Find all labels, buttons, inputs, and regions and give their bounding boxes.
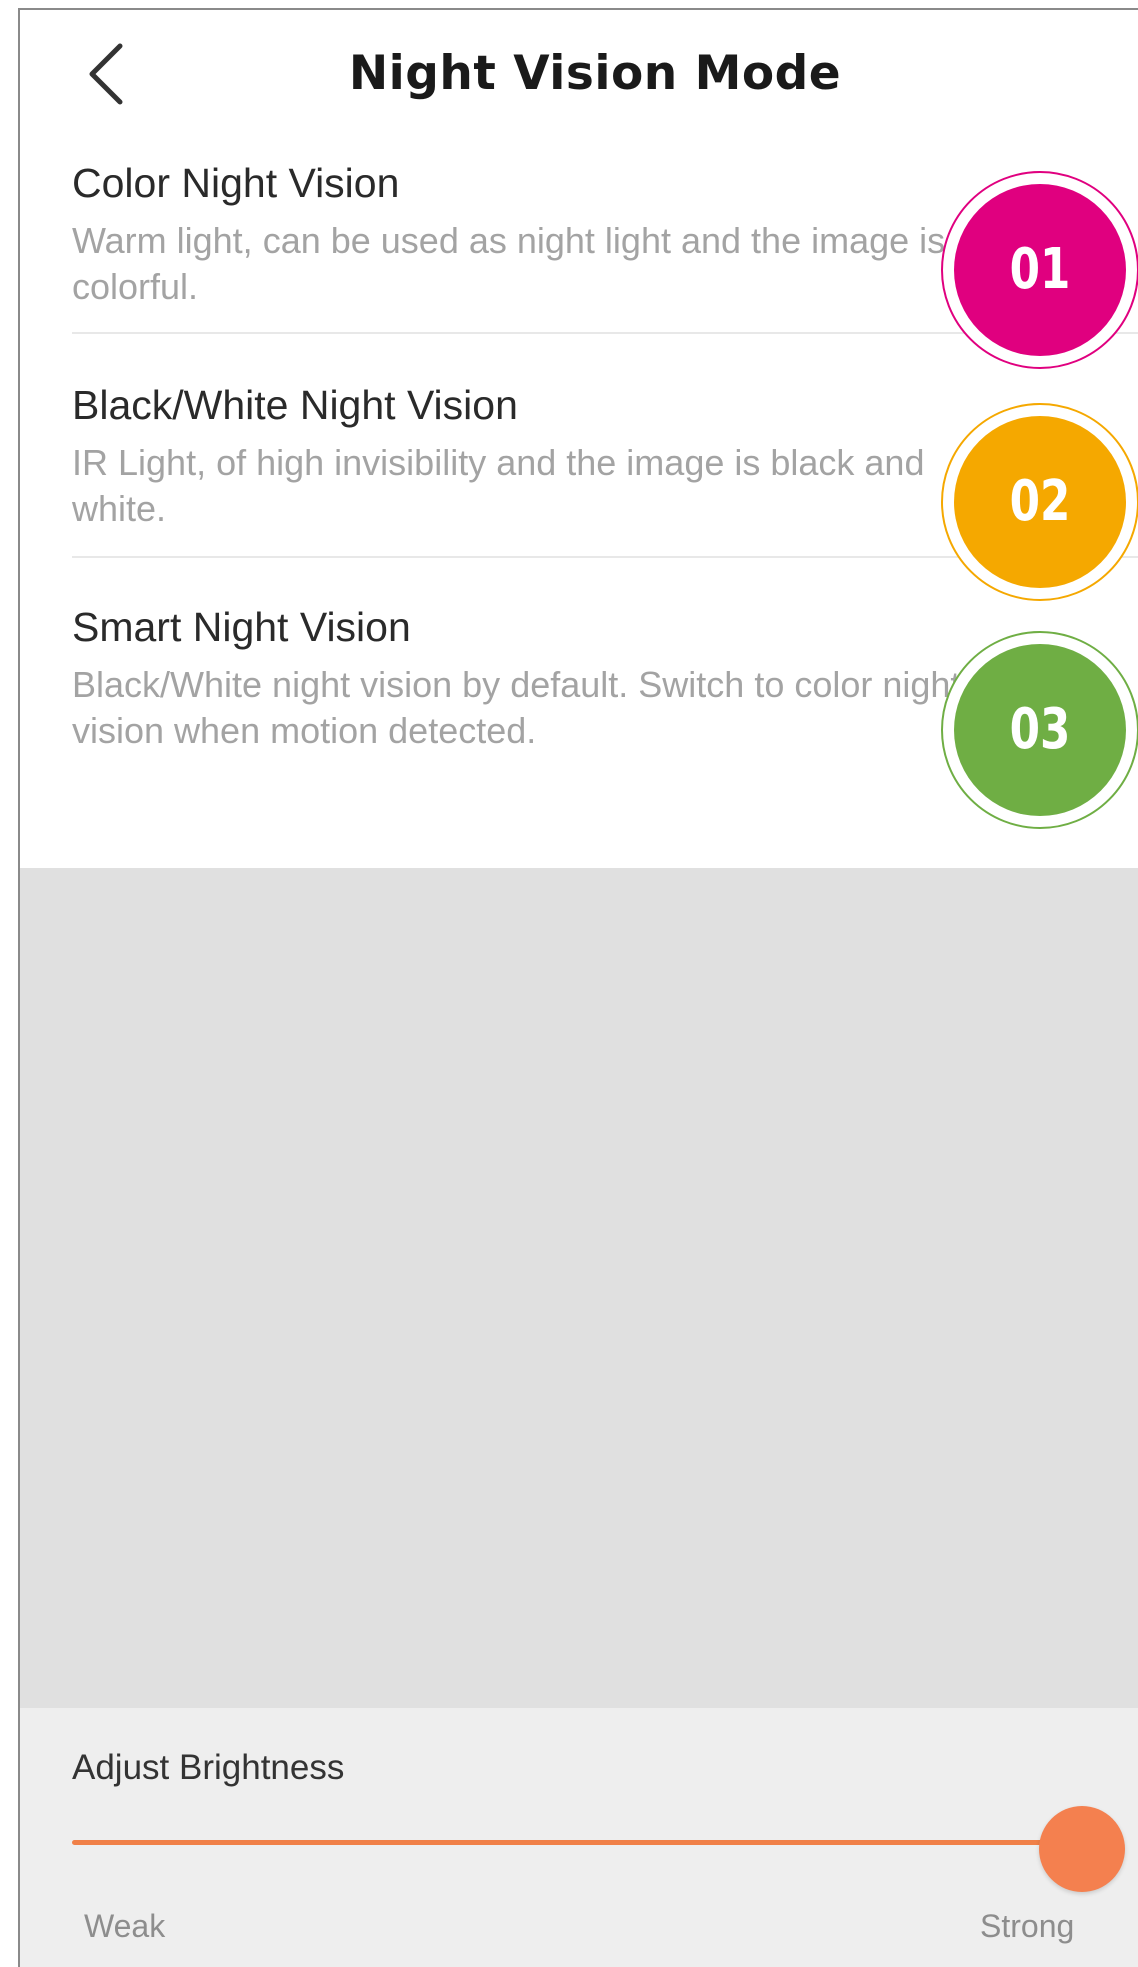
- header: Night Vision Mode: [20, 10, 1138, 130]
- empty-content-area: [20, 868, 1138, 1708]
- badge-label: 01: [1009, 237, 1071, 302]
- brightness-slider-track[interactable]: [72, 1840, 1082, 1845]
- slider-min-label: Weak: [84, 1908, 166, 1944]
- mode-title: Smart Night Vision: [72, 604, 411, 650]
- brightness-slider-thumb[interactable]: [1039, 1806, 1125, 1892]
- mode-title: Black/White Night Vision: [72, 382, 518, 428]
- screen: Night Vision Mode Color Night Vision War…: [0, 0, 1138, 1967]
- mode-description: IR Light, of high invisibility and the i…: [72, 442, 925, 529]
- mode-title: Color Night Vision: [72, 160, 400, 206]
- mode-description: Black/White night vision by default. Swi…: [72, 664, 961, 751]
- badge-label: 03: [1009, 697, 1071, 762]
- mode-description: Warm light, can be used as night light a…: [72, 220, 946, 307]
- brightness-label: Adjust Brightness: [72, 1748, 345, 1787]
- page-title: Night Vision Mode: [348, 46, 842, 101]
- annotation-badge-03: 03: [940, 630, 1138, 830]
- badge-label: 02: [1009, 469, 1071, 534]
- annotation-badge-01: 01: [940, 170, 1138, 370]
- slider-max-label: Strong: [980, 1908, 1075, 1944]
- brightness-panel: Adjust Brightness Weak Strong: [20, 1708, 1138, 1967]
- annotation-badge-02: 02: [940, 402, 1138, 602]
